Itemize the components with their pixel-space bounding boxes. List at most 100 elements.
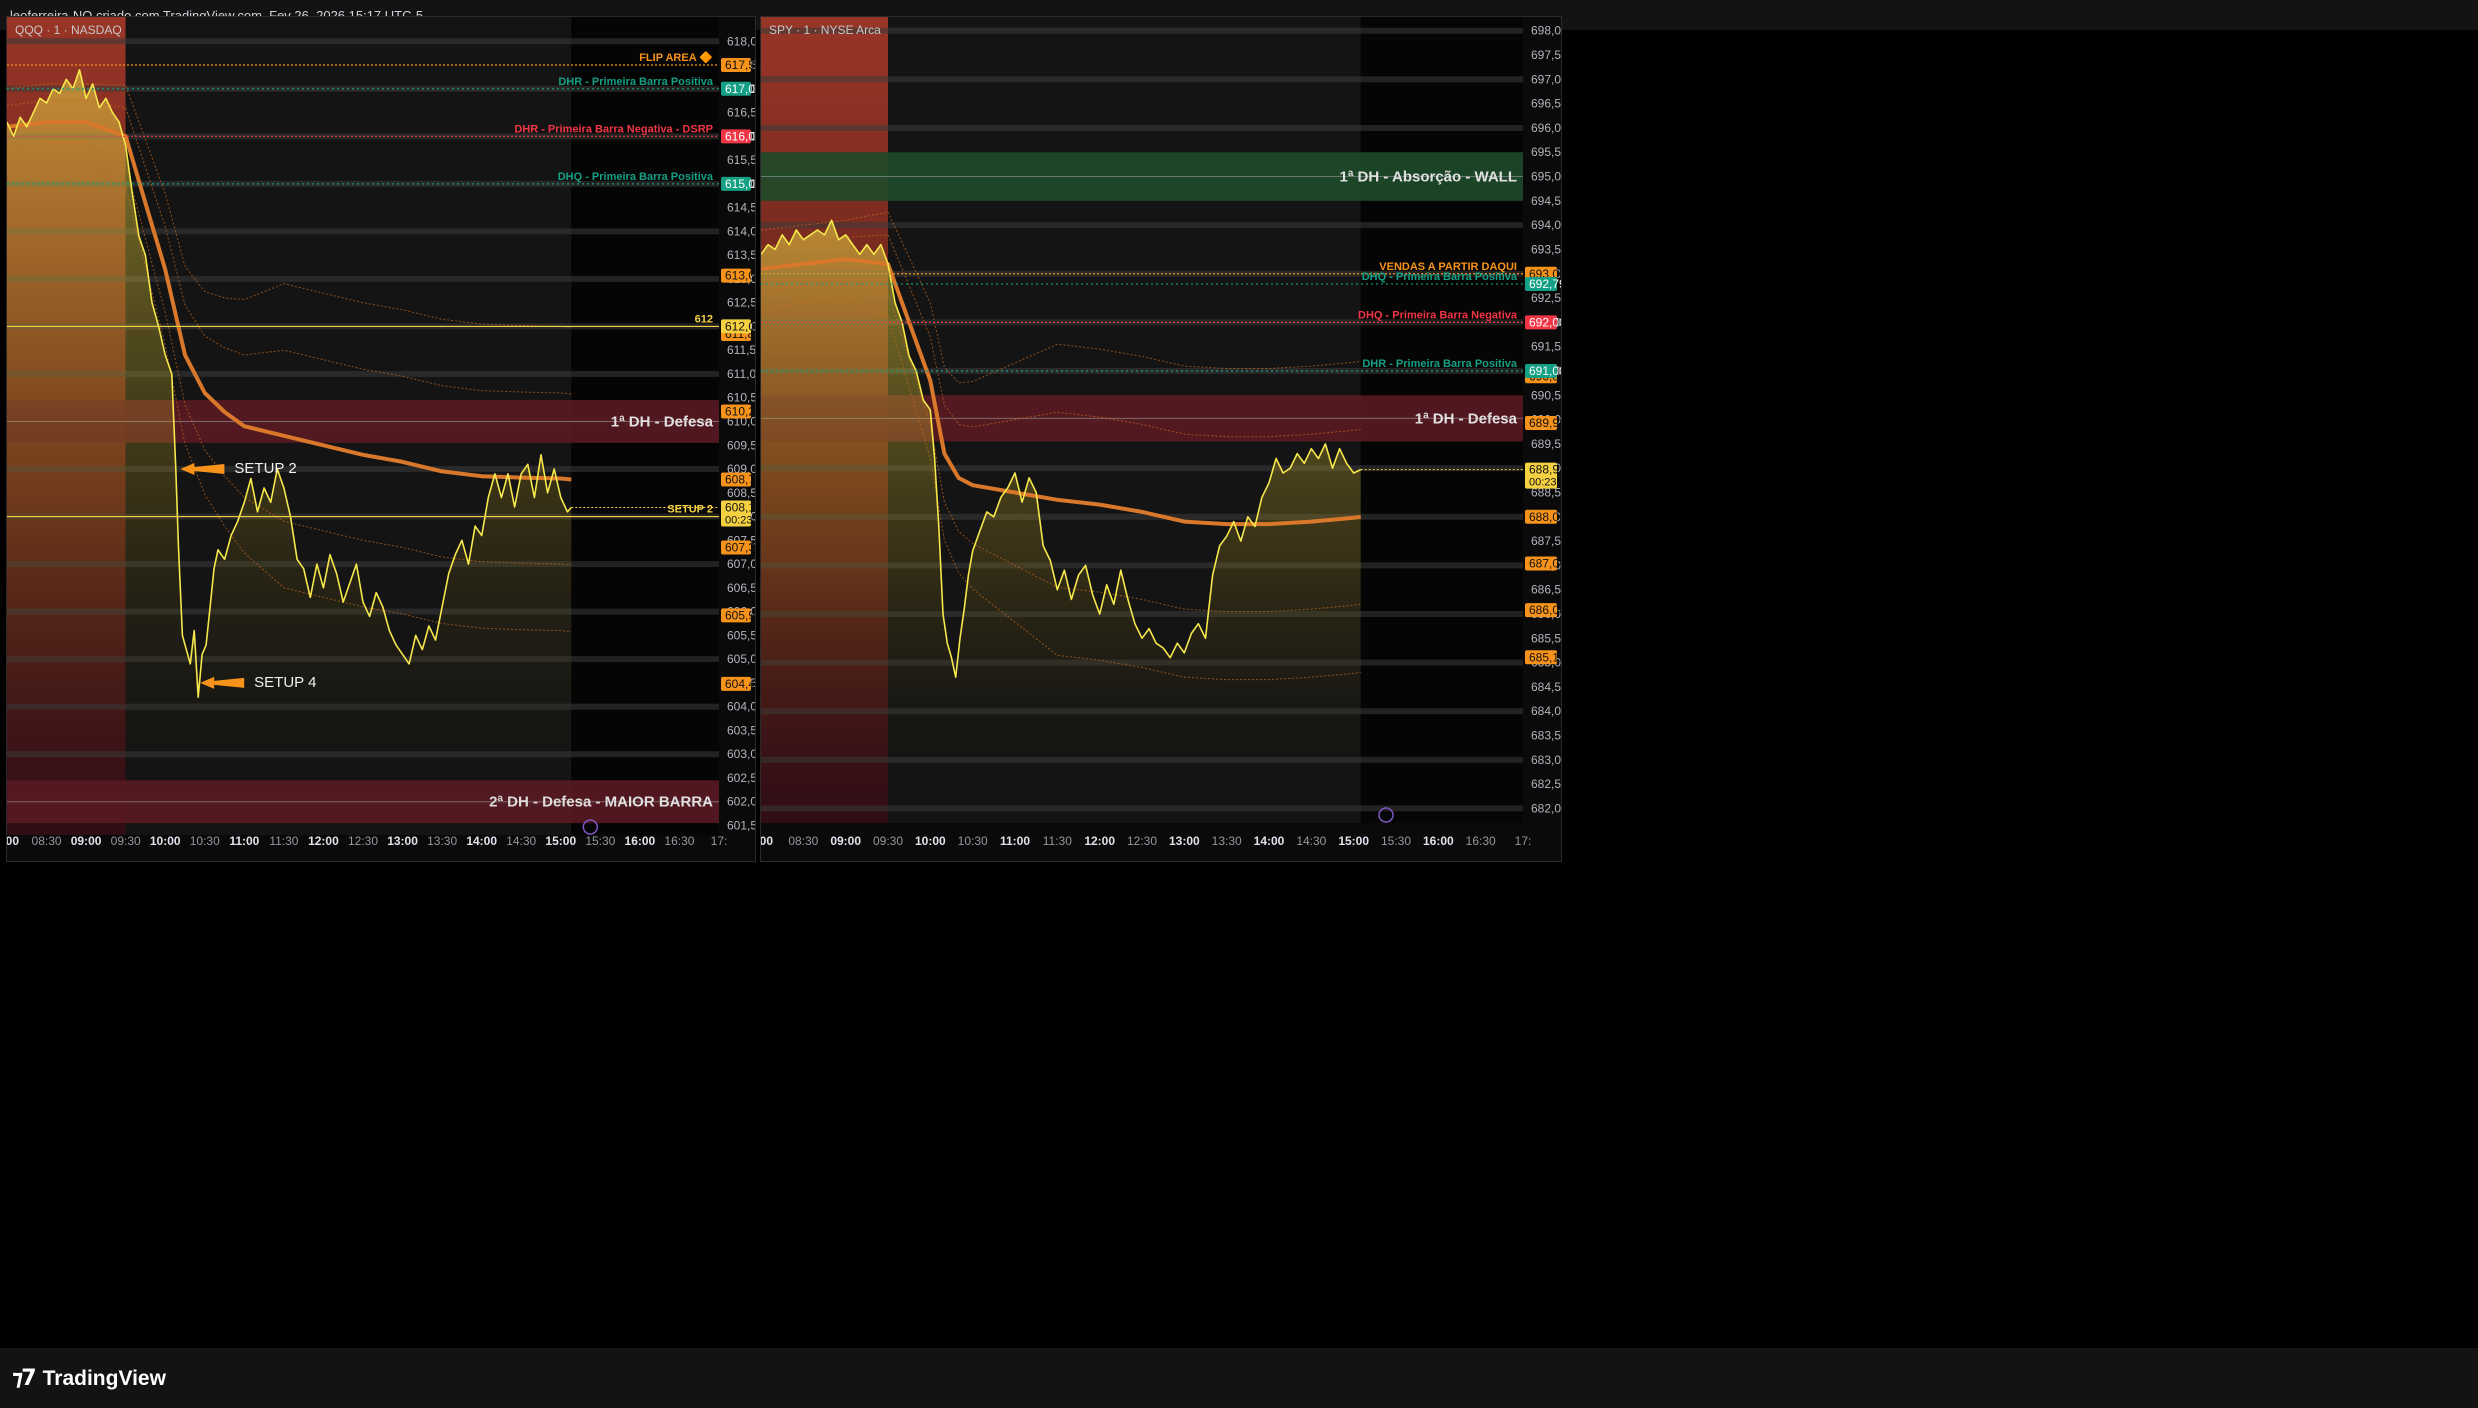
- y-tick-label: 687,50: [1531, 534, 1561, 548]
- qqq-chart-svg[interactable]: 1ª DH - Defesa2ª DH - Defesa - MAIOR BAR…: [7, 17, 755, 861]
- x-tick-label: 17:: [1515, 834, 1532, 848]
- y-tick-label: 614,50: [727, 201, 755, 215]
- y-tick-label: 608,50: [727, 486, 755, 500]
- price-tag: 613,07: [725, 269, 755, 283]
- y-tick-label: 601,50: [727, 818, 755, 832]
- symbol-label: SPY · 1 · NYSE Arca: [769, 23, 881, 37]
- level-label: DHR - Primeira Barra Positiva: [558, 76, 714, 88]
- last-price-tag: 608,19: [725, 501, 755, 515]
- level-price-tag: 616,00: [725, 129, 755, 143]
- price-tag: 608,78: [725, 472, 755, 486]
- level-price-tag: 612,00: [725, 319, 755, 333]
- y-tick-label: 694,00: [1531, 218, 1561, 232]
- y-tick-label: 693,50: [1531, 242, 1561, 256]
- x-tick-label: 10:30: [958, 834, 988, 848]
- y-tick-label: 695,00: [1531, 170, 1561, 184]
- y-tick-label: 613,50: [727, 248, 755, 262]
- y-tick-label: 618,00: [727, 34, 755, 48]
- x-tick-label: 08:30: [788, 834, 818, 848]
- x-tick-label: 15:30: [1381, 834, 1411, 848]
- spy-chart-svg[interactable]: 1ª DH - Absorção - WALL1ª DH - DefesaVEN…: [761, 17, 1561, 861]
- level-label: DHQ - Primeira Barra Positiva: [1362, 271, 1518, 283]
- price-tag: 605,92: [725, 608, 755, 622]
- x-tick-label: 11:00: [229, 834, 259, 848]
- y-tick-label: 605,00: [727, 652, 755, 666]
- y-tick-label: 606,50: [727, 581, 755, 595]
- price-tag: 607,35: [725, 540, 755, 554]
- y-tick-label: 609,50: [727, 438, 755, 452]
- level-label: 612: [695, 313, 713, 325]
- y-tick-label: 602,00: [727, 795, 755, 809]
- x-tick-label: 10:30: [190, 834, 220, 848]
- x-tick-label: 16:30: [664, 834, 694, 848]
- x-tick-label: 10:00: [915, 834, 946, 848]
- x-tick-label: 12:00: [1084, 834, 1115, 848]
- y-tick-label: 697,00: [1531, 72, 1561, 86]
- y-tick-label: 605,50: [727, 628, 755, 642]
- level-label: DHR - Primeira Barra Negativa - DSRP: [514, 123, 713, 135]
- y-tick-label: 696,50: [1531, 97, 1561, 111]
- x-tick-label: 09:30: [873, 834, 903, 848]
- y-tick-label: 612,50: [727, 296, 755, 310]
- x-tick-label: 15:00: [545, 834, 576, 848]
- y-tick-label: 692,50: [1531, 291, 1561, 305]
- x-tick-label: 09:00: [830, 834, 861, 848]
- spy-chart-panel[interactable]: 1ª DH - Absorção - WALL 1ª DH - Defesa VEN…: [760, 16, 1562, 862]
- level-price-tag: 692,00: [1529, 315, 1561, 329]
- price-tag: 685,11: [1529, 650, 1561, 664]
- y-tick-label: 695,50: [1531, 145, 1561, 159]
- level-label: DHR - Primeira Barra Positiva: [1362, 358, 1518, 370]
- annotation-label: SETUP 2: [234, 460, 296, 477]
- annotation-label: SETUP 4: [254, 674, 316, 691]
- x-tick-label: 15:00: [1338, 834, 1369, 848]
- x-tick-label: 11:30: [269, 834, 298, 848]
- x-tick-label: 14:00: [1254, 834, 1285, 848]
- level-label: SETUP 2: [667, 504, 713, 516]
- x-tick-label: 8:00: [7, 834, 19, 848]
- price-tag: 686,08: [1529, 603, 1561, 617]
- y-tick-label: 697,50: [1531, 48, 1561, 62]
- x-tick-label: 13:00: [387, 834, 418, 848]
- y-tick-label: 604,00: [727, 700, 755, 714]
- y-tick-label: 691,50: [1531, 340, 1561, 354]
- y-tick-label: 698,00: [1531, 24, 1561, 38]
- x-tick-label: 12:00: [308, 834, 339, 848]
- x-tick-label: 11:00: [1000, 834, 1030, 848]
- price-tag: 610,21: [725, 405, 755, 419]
- last-price-tag-countdown: 00:23: [1529, 477, 1557, 489]
- x-tick-label: 16:30: [1466, 834, 1496, 848]
- x-tick-label: 8:00: [761, 834, 773, 848]
- y-tick-label: 689,50: [1531, 437, 1561, 451]
- x-tick-label: 17:: [711, 834, 728, 848]
- grid-band: [761, 76, 1523, 83]
- y-tick-label: 611,50: [727, 343, 755, 357]
- y-tick-label: 683,00: [1531, 753, 1561, 767]
- y-tick-label: 614,00: [727, 224, 755, 238]
- tradingview-logo[interactable]: ⁊7 TradingView: [12, 1366, 166, 1391]
- tradingview-logo-icon: ⁊7: [12, 1366, 37, 1391]
- grid-band: [7, 38, 719, 45]
- x-tick-label: 15:30: [585, 834, 615, 848]
- level-price-tag: 617,00: [725, 82, 755, 96]
- y-tick-label: 685,50: [1531, 631, 1561, 645]
- x-tick-label: 13:00: [1169, 834, 1200, 848]
- y-tick-label: 690,50: [1531, 388, 1561, 402]
- y-tick-label: 611,00: [727, 367, 755, 381]
- price-tag: 689,93: [1529, 416, 1561, 430]
- grid-band: [761, 124, 1523, 131]
- x-tick-label: 11:30: [1043, 834, 1072, 848]
- last-price-tag: 688,97: [1529, 463, 1561, 477]
- level-price-tag: 617,50: [725, 58, 755, 72]
- zone-label: 1ª DH - Absorção - WALL: [1339, 169, 1517, 186]
- y-tick-label: 615,50: [727, 153, 755, 167]
- x-tick-label: 13:30: [427, 834, 457, 848]
- level-label: FLIP AREA 🔶: [639, 51, 713, 64]
- x-tick-label: 16:00: [625, 834, 656, 848]
- x-tick-label: 08:30: [32, 834, 62, 848]
- price-tag: 604,48: [725, 677, 755, 691]
- y-tick-label: 682,50: [1531, 777, 1561, 791]
- qqq-chart-panel[interactable]: 1ª DH - Defesa 2ª DH - Defesa - MAIOR BAR…: [6, 16, 756, 862]
- level-price-tag: 692,79: [1529, 277, 1561, 291]
- symbol-label: QQQ · 1 · NASDAQ: [15, 23, 122, 37]
- last-price-tag-countdown: 00:23: [725, 515, 753, 527]
